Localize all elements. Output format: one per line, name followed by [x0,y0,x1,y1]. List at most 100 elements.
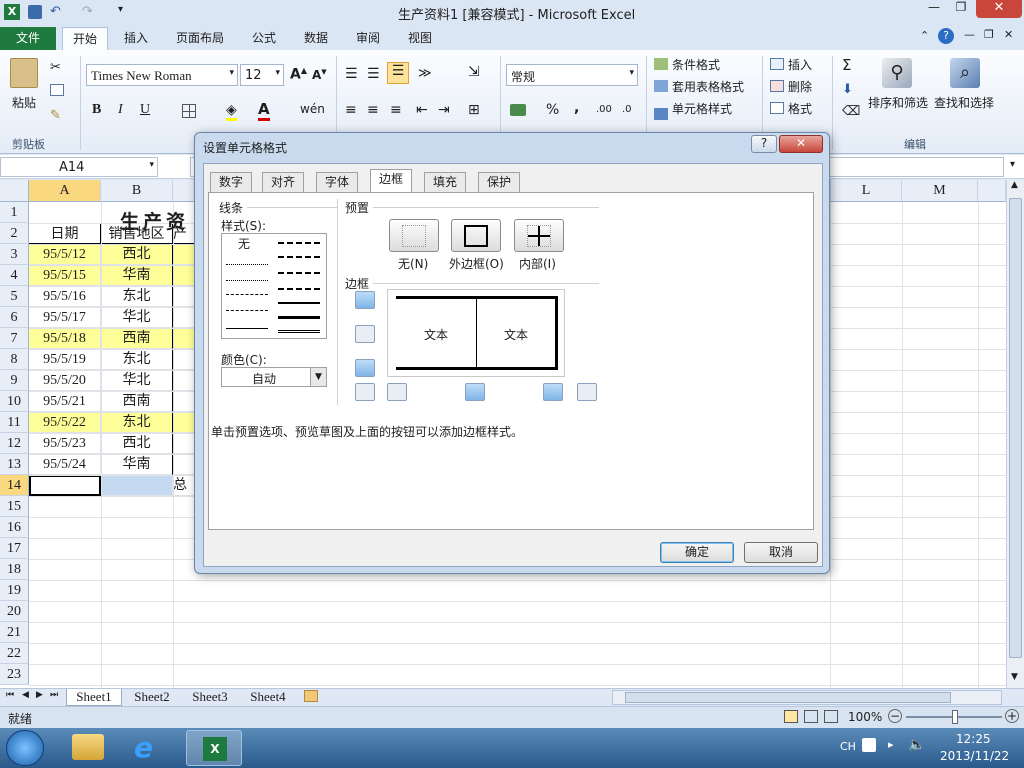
row-header-2[interactable]: 2 [0,223,29,244]
dialog-tab-border[interactable]: 边框 [370,169,413,193]
column-header-m[interactable]: M [902,180,978,202]
cancel-button[interactable]: 取消 [744,542,818,563]
fill-color-icon[interactable]: ◈ [226,102,237,121]
row-header-22[interactable]: 22 [0,643,29,664]
line-style-thick[interactable] [278,316,320,319]
select-all-corner[interactable] [0,180,29,202]
format-cells-icon[interactable] [770,102,784,114]
find-select-icon[interactable]: ⌕ [950,58,980,88]
restore-button[interactable]: ❐ [948,0,974,18]
input-lang[interactable]: CH [840,740,856,753]
name-box[interactable]: A14 ▾ [0,157,158,177]
line-style-long-dash[interactable] [278,288,320,290]
wrap-text-icon[interactable]: ⇲ [468,64,480,80]
hscroll-thumb[interactable] [625,692,951,703]
border-preview[interactable]: 文本 文本 [387,289,565,377]
border-top-button[interactable] [355,291,375,309]
line-style-slant[interactable] [278,272,320,274]
row-header-12[interactable]: 12 [0,433,29,454]
line-style-dashed[interactable] [226,310,268,311]
volume-icon[interactable]: 🔈 [908,737,925,753]
vertical-scrollbar[interactable]: ▲ ▼ [1006,180,1024,688]
customize-qat-icon[interactable]: ▾ [118,4,123,15]
minimize-ribbon-icon[interactable]: ⌃ [920,29,929,42]
product-cell[interactable] [173,433,195,454]
font-name-combo[interactable]: Times New Roman ▾ [86,64,238,86]
row-header-7[interactable]: 7 [0,328,29,349]
product-cell[interactable] [173,370,195,391]
cell-style-icon[interactable] [654,58,668,70]
product-cell[interactable] [173,349,195,370]
merge-center-icon[interactable]: ⊞ [468,102,480,118]
chevron-down-icon[interactable]: ▾ [275,68,280,78]
product-cell[interactable] [173,286,195,307]
border-inner-horizontal-button[interactable] [355,325,375,343]
line-style-medium-dash-dot[interactable] [278,242,320,244]
row-header-19[interactable]: 19 [0,580,29,601]
insert-cells-button[interactable]: 插入 [788,56,812,73]
scroll-up-icon[interactable]: ▲ [1011,180,1018,190]
decrease-decimal-button[interactable]: .0 [622,104,632,115]
page-layout-view-icon[interactable] [804,710,818,723]
chevron-down-icon[interactable]: ▾ [629,68,634,78]
line-style-double[interactable] [278,330,320,333]
chevron-down-icon[interactable]: ▾ [229,68,234,78]
clear-icon[interactable]: ⌫ [842,104,860,119]
date-cell[interactable]: 95/5/22 [29,412,101,433]
region-cell[interactable]: 华南 [101,265,173,286]
region-cell[interactable]: 西北 [101,433,173,454]
clock-date[interactable]: 2013/11/22 [940,749,1009,763]
delete-cells-button[interactable]: 删除 [788,78,812,95]
redo-icon[interactable]: ↷ [82,4,93,19]
table-format-icon[interactable] [654,80,668,92]
row-header-14[interactable]: 14 [0,475,29,496]
color-select[interactable]: 自动 ▼ [221,367,327,387]
column-header-c[interactable] [173,180,195,202]
row-header-20[interactable]: 20 [0,601,29,622]
tab-view[interactable]: 视图 [398,27,442,50]
doc-close-icon[interactable]: ✕ [1004,28,1013,41]
line-style-list[interactable]: 无 [221,233,327,339]
preset-outline-button[interactable] [451,219,501,252]
border-diagonal-down-button[interactable] [577,383,597,401]
explorer-icon[interactable] [72,734,104,760]
row-header-9[interactable]: 9 [0,370,29,391]
date-cell[interactable]: 95/5/17 [29,307,101,328]
region-cell[interactable]: 华北 [101,370,173,391]
conditional-format-button[interactable]: 条件格式 [672,56,720,73]
product-cell[interactable] [173,265,195,286]
dialog-close-button[interactable]: ✕ [779,135,823,153]
date-cell[interactable]: 95/5/12 [29,244,101,265]
decrease-indent-icon[interactable]: ⇤ [416,102,428,118]
table-format-button[interactable]: 套用表格格式 [672,78,744,95]
percent-button[interactable]: % [546,102,559,118]
copy-icon[interactable] [50,84,64,96]
chevron-down-icon[interactable]: ▼ [310,368,326,386]
row-header-3[interactable]: 3 [0,244,29,265]
border-right-button[interactable] [543,383,563,401]
header-date[interactable]: 日期 [29,223,101,244]
save-icon[interactable] [28,5,42,19]
date-cell[interactable]: 95/5/16 [29,286,101,307]
row-header-10[interactable]: 10 [0,391,29,412]
region-cell[interactable]: 华南 [101,454,173,475]
region-cell[interactable]: 西南 [101,391,173,412]
last-sheet-icon[interactable]: ⏭ [50,690,58,700]
row-header-13[interactable]: 13 [0,454,29,475]
underline-button[interactable]: U [140,102,150,118]
preset-inside-button[interactable] [514,219,564,252]
date-cell[interactable]: 95/5/18 [29,328,101,349]
doc-minimize-icon[interactable]: — [964,28,975,41]
close-button[interactable]: ✕ [976,0,1022,18]
borders-icon[interactable] [182,104,196,118]
column-header-l[interactable]: L [830,180,902,202]
align-right-icon[interactable]: ≡ [390,102,402,118]
border-diagonal-up-button[interactable] [355,383,375,401]
line-style-medium-dashed[interactable] [278,256,320,258]
dialog-tab-alignment[interactable]: 对齐 [262,172,305,192]
date-cell[interactable]: 95/5/15 [29,265,101,286]
region-cell[interactable]: 东北 [101,349,173,370]
row-header-18[interactable]: 18 [0,559,29,580]
align-top-icon[interactable]: ☰ [345,66,358,82]
italic-button[interactable]: I [118,102,123,118]
